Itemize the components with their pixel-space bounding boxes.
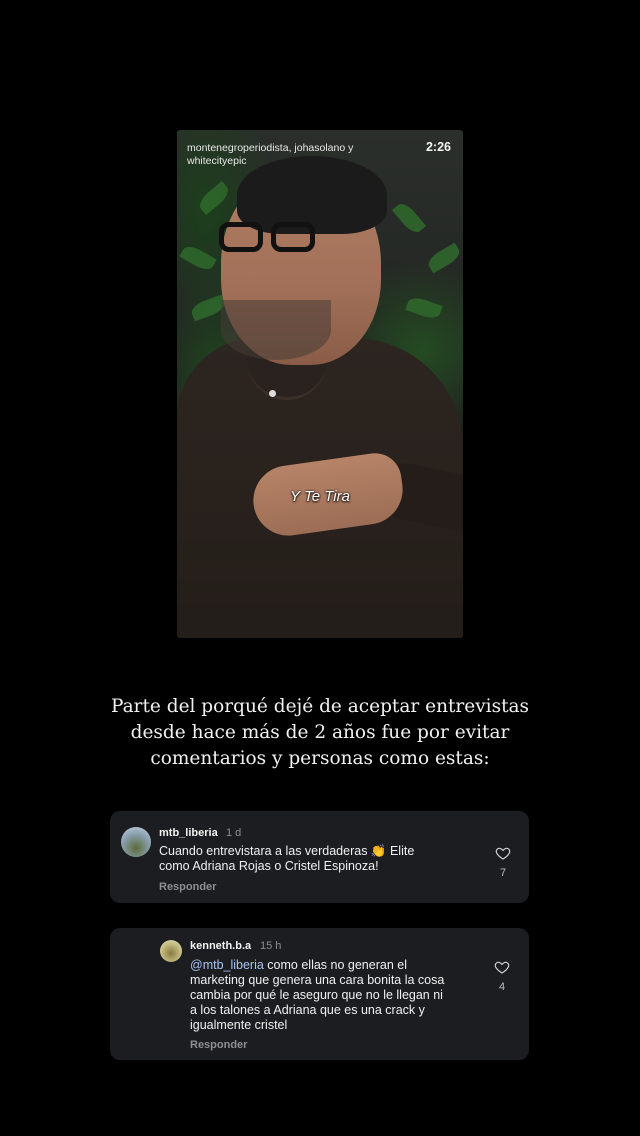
- statement-line: Parte del porqué dejé de aceptar entrevi…: [110, 696, 530, 717]
- mention-link[interactable]: @mtb_liberia: [190, 958, 264, 972]
- comment-line: cambia por qué le aseguro que no le lleg…: [190, 988, 443, 1002]
- glasses: [219, 222, 349, 252]
- comment-username[interactable]: kenneth.b.a: [190, 940, 251, 952]
- like-count: 4: [498, 981, 506, 993]
- person-beard: [221, 300, 331, 360]
- reply-button[interactable]: Responder: [190, 1039, 247, 1051]
- shirt-button: [269, 390, 276, 397]
- avatar[interactable]: [121, 827, 151, 857]
- plant-decoration: [391, 199, 427, 237]
- story-statement: Parte del porqué dejé de aceptar entrevi…: [80, 694, 560, 772]
- statement-line: desde hace más de 2 años fue por evitar: [130, 722, 510, 743]
- comment-text: Cuando entrevistara a las verdaderas 👏 E…: [159, 844, 414, 874]
- statement-line: comentarios y personas como estas:: [150, 748, 490, 769]
- comment-line-rest: como ellas no generan el: [263, 958, 407, 972]
- reply-button[interactable]: Responder: [159, 881, 216, 893]
- comment-line: como Adriana Rojas o Cristel Espinoza!: [159, 859, 379, 873]
- credits-line-1: montenegroperiodista, johasolano y: [187, 142, 354, 154]
- credits-line-2: whitecityepic: [187, 155, 247, 167]
- comment-text: @mtb_liberia como ellas no generan el ma…: [190, 958, 444, 1033]
- comment-line: marketing que genera una cara bonita la …: [190, 973, 445, 987]
- heart-outline-icon[interactable]: [494, 959, 510, 975]
- comment-line: a los talones a Adriana que es una crack…: [190, 1003, 425, 1017]
- reply-comment-card: kenneth.b.a 15 h @mtb_liberia como ellas…: [110, 928, 529, 1060]
- comment-line: @mtb_liberia como ellas no generan el: [190, 958, 444, 973]
- plant-decoration: [405, 294, 443, 322]
- video-time: 2:26: [425, 140, 451, 154]
- comment-line: igualmente cristel: [190, 1018, 288, 1032]
- plant-decoration: [179, 242, 217, 274]
- comment-card: mtb_liberia 1 d Cuando entrevistara a la…: [110, 811, 529, 903]
- plant-decoration: [195, 180, 233, 216]
- video-player[interactable]: montenegroperiodista, johasolano y white…: [177, 130, 463, 638]
- comment-age: 15 h: [260, 940, 282, 952]
- comment-line: Cuando entrevistara a las verdaderas 👏 E…: [159, 844, 415, 858]
- avatar[interactable]: [160, 940, 182, 962]
- video-caption: Y Te Tira: [290, 488, 350, 505]
- like-count: 7: [499, 867, 507, 879]
- heart-outline-icon[interactable]: [495, 845, 511, 861]
- video-credits[interactable]: montenegroperiodista, johasolano y white…: [187, 142, 387, 168]
- comment-age: 1 d: [226, 827, 242, 839]
- comment-username[interactable]: mtb_liberia: [159, 827, 218, 839]
- plant-decoration: [425, 242, 463, 274]
